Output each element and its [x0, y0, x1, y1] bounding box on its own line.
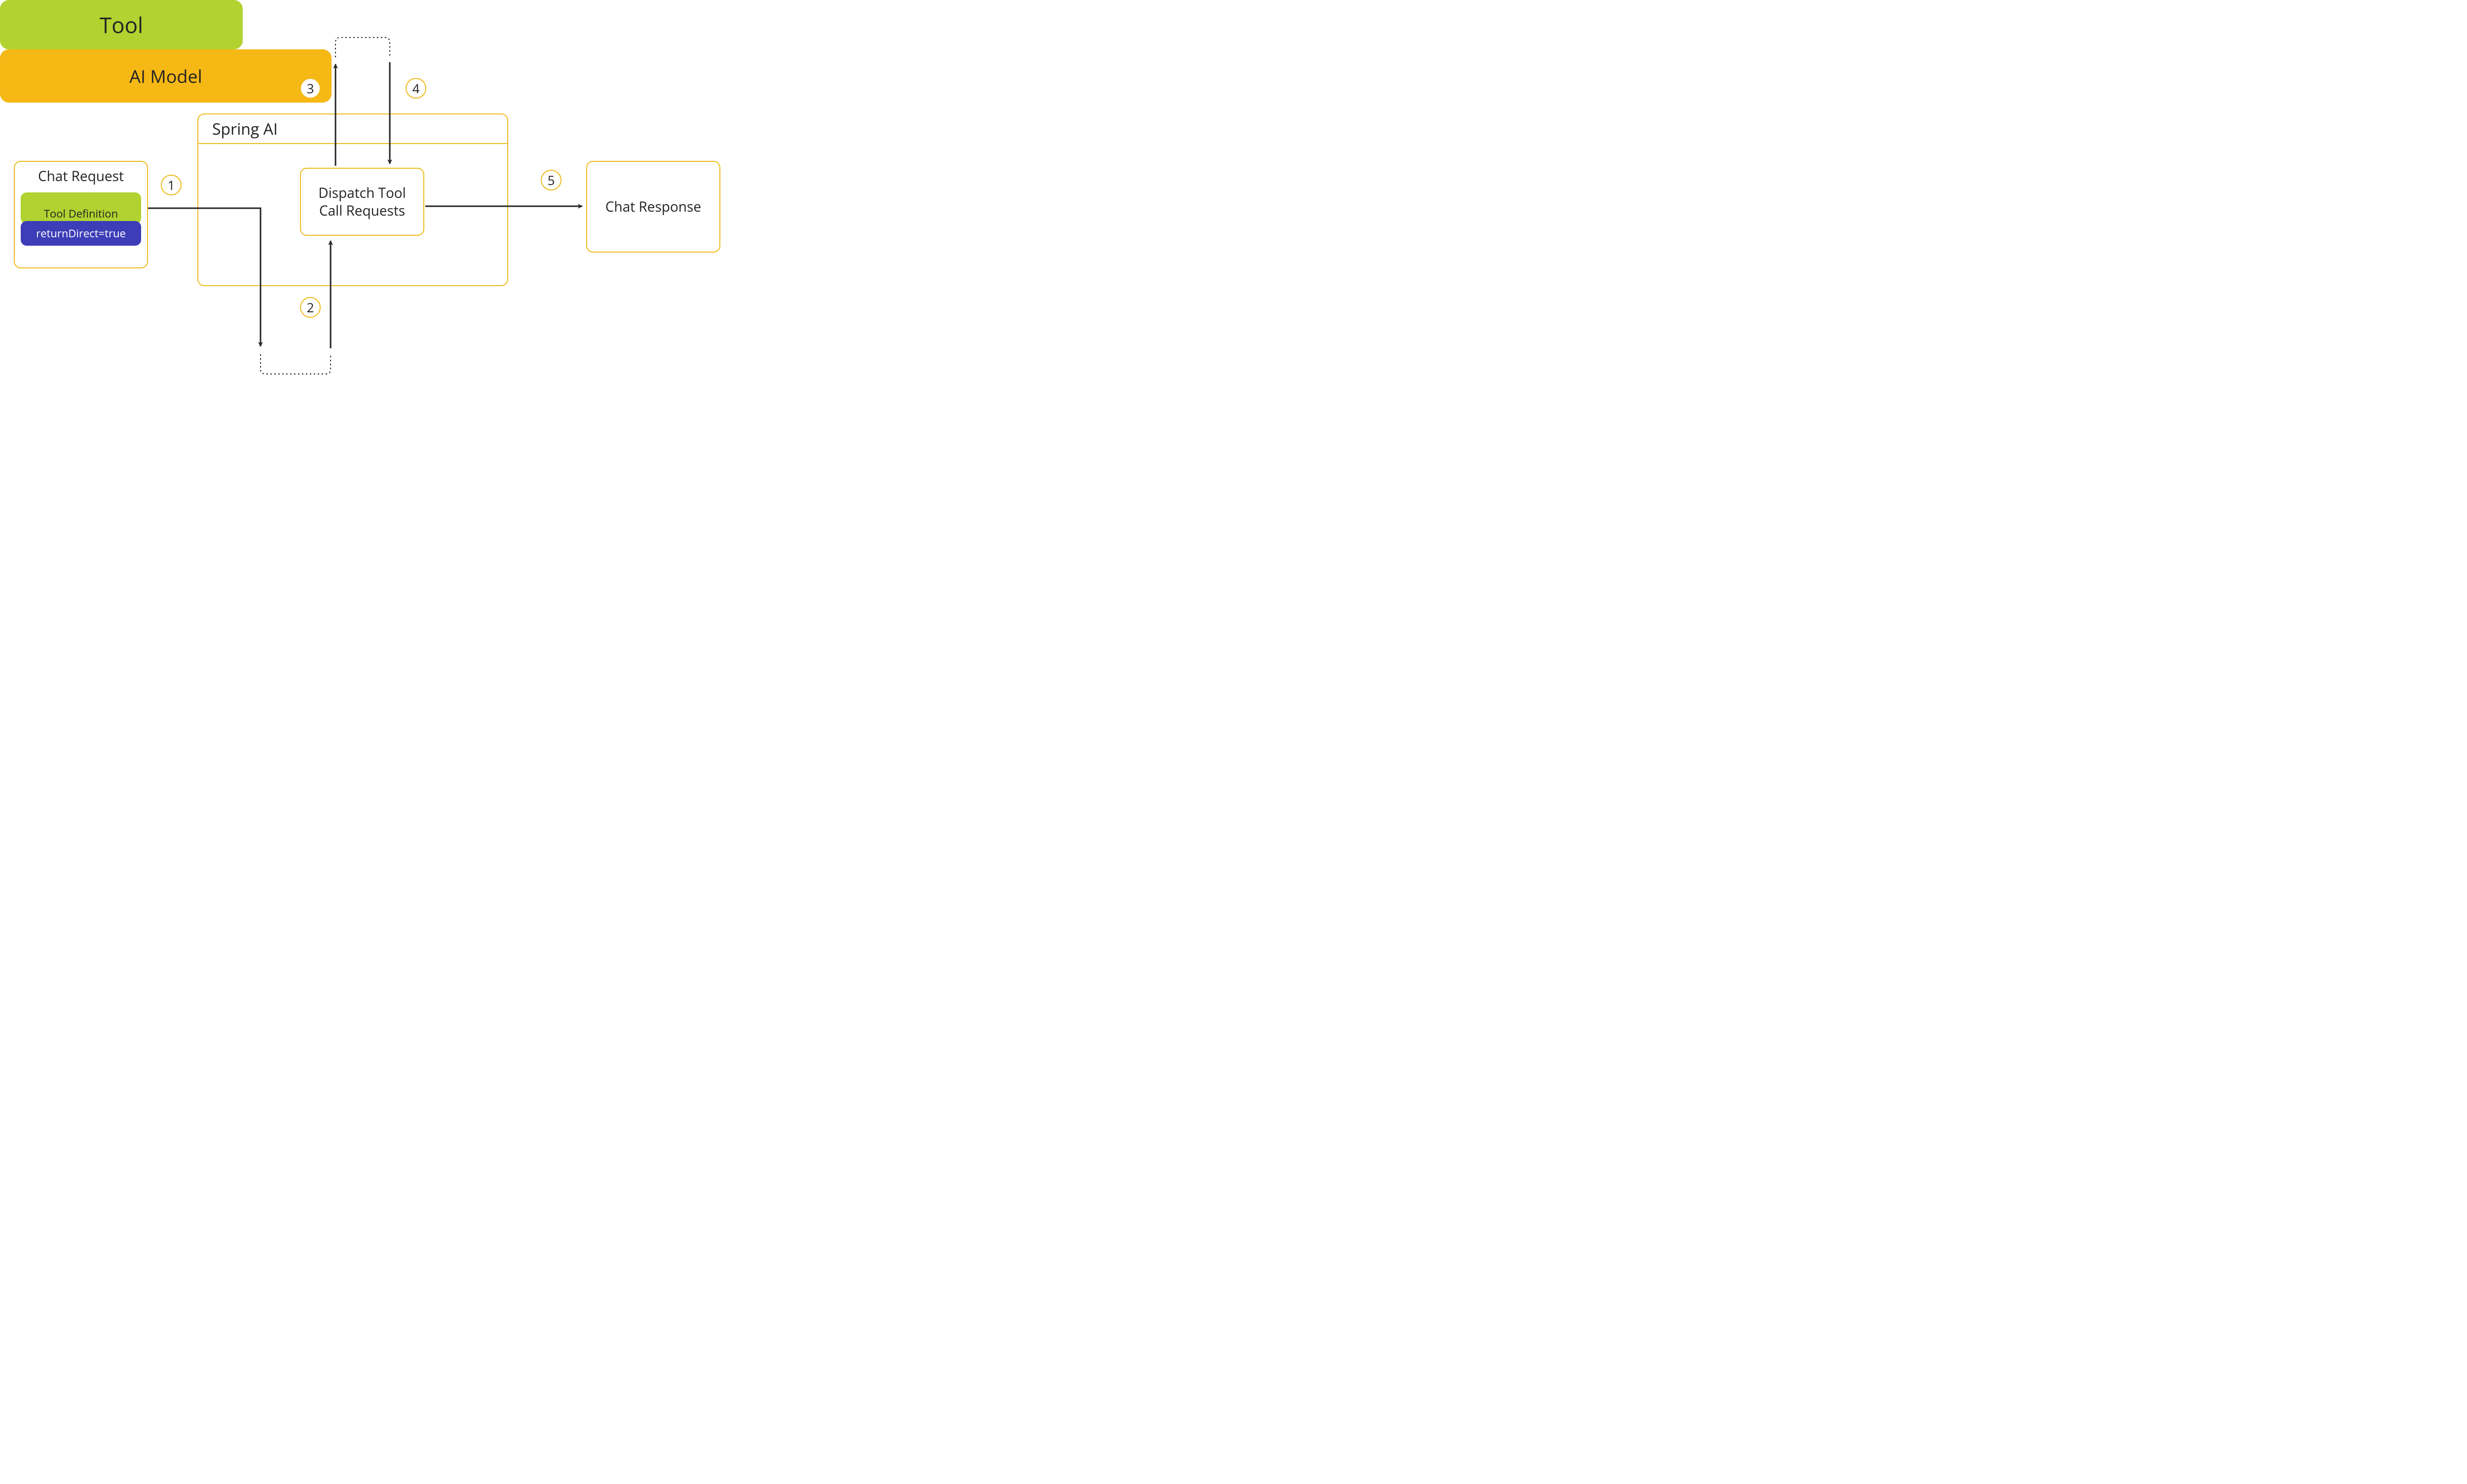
- diagram-canvas: Tool Spring AI Dispatch Tool Call Reques…: [0, 0, 740, 419]
- tool-box: Tool: [0, 0, 243, 49]
- step-2-badge: 2: [300, 297, 321, 318]
- dispatch-box: Dispatch Tool Call Requests: [300, 168, 424, 236]
- step-4-badge: 4: [406, 78, 426, 99]
- tool-label: Tool: [100, 10, 143, 39]
- tool-definition-label: Tool Definition: [44, 206, 118, 221]
- tool-definition-pill: Tool Definition: [21, 192, 141, 224]
- step-4-num: 4: [412, 79, 420, 97]
- ai-model-box: AI Model: [0, 49, 332, 103]
- dispatch-line1: Dispatch Tool: [318, 184, 406, 202]
- dispatch-text: Dispatch Tool Call Requests: [318, 184, 406, 220]
- step-3-badge: 3: [300, 78, 321, 99]
- step-3-num: 3: [307, 79, 314, 97]
- dispatch-line2: Call Requests: [319, 201, 405, 220]
- spring-ai-title: Spring AI: [198, 118, 278, 140]
- step-2-num: 2: [307, 298, 314, 316]
- return-direct-pill: returnDirect=true: [21, 221, 141, 246]
- chat-response-title: Chat Response: [605, 197, 701, 216]
- step-5-badge: 5: [541, 170, 561, 190]
- spring-ai-header: Spring AI: [198, 114, 507, 144]
- step-1-num: 1: [168, 176, 175, 194]
- chat-request-box: Chat Request Tool Definition returnDirec…: [14, 161, 148, 268]
- chat-response-box: Chat Response: [586, 161, 720, 253]
- step-1-badge: 1: [161, 175, 182, 195]
- chat-request-title: Chat Request: [15, 167, 147, 186]
- ai-model-label: AI Model: [129, 64, 202, 88]
- step-5-num: 5: [548, 171, 555, 189]
- return-direct-label: returnDirect=true: [36, 226, 126, 241]
